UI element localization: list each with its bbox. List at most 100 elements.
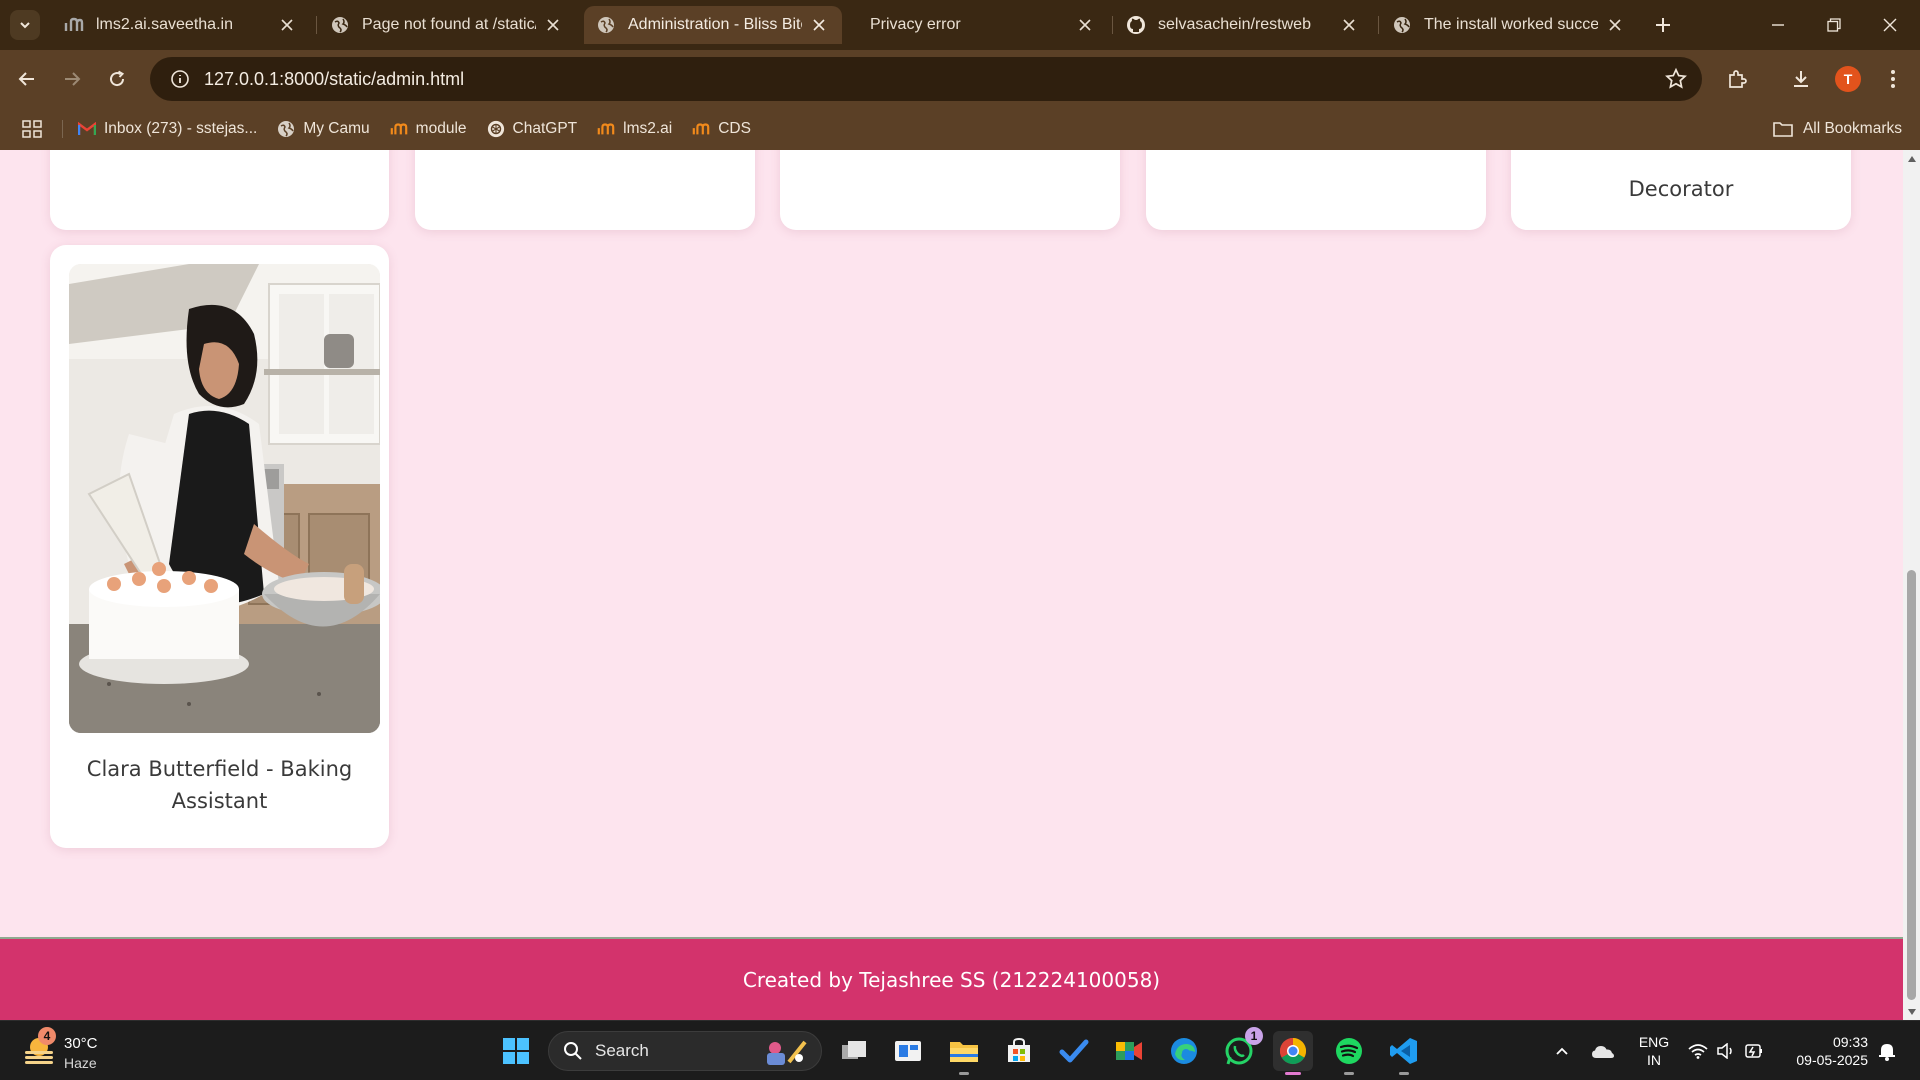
puzzle-icon bbox=[1729, 70, 1747, 88]
apps-grid-icon[interactable] bbox=[22, 120, 42, 143]
tab-separator bbox=[316, 16, 317, 34]
whatsapp-button[interactable]: 1 bbox=[1219, 1027, 1263, 1071]
bookmark-module[interactable]: module bbox=[390, 120, 467, 138]
bell-icon bbox=[1879, 1044, 1895, 1061]
staff-card: Clara Butterfield - Baking Assistant bbox=[50, 245, 389, 848]
staff-card bbox=[415, 150, 755, 230]
scroll-down-arrow[interactable] bbox=[1903, 1003, 1920, 1020]
all-bookmarks-label: All Bookmarks bbox=[1802, 120, 1902, 137]
globe-icon bbox=[277, 120, 295, 138]
close-window-button[interactable] bbox=[1862, 0, 1918, 50]
close-icon[interactable] bbox=[1338, 14, 1360, 36]
scroll-up-arrow[interactable] bbox=[1903, 150, 1920, 167]
bookmark-label: ChatGPT bbox=[512, 120, 578, 137]
github-icon bbox=[1126, 15, 1146, 35]
tab-github-restweb[interactable]: selvasachein/restweb bbox=[1114, 6, 1372, 44]
vscode-icon bbox=[1390, 1038, 1417, 1064]
running-indicator bbox=[1399, 1072, 1409, 1075]
bookmark-label: CDS bbox=[718, 120, 751, 137]
url-text[interactable]: 127.0.0.1:8000/static/admin.html bbox=[204, 69, 464, 90]
tab-strip: lms2.ai.saveetha.in Page not found at /s… bbox=[0, 0, 1920, 50]
menu-button[interactable] bbox=[1876, 62, 1910, 96]
volume-icon[interactable] bbox=[1713, 1021, 1739, 1080]
all-bookmarks-button[interactable]: All Bookmarks bbox=[1773, 108, 1902, 150]
site-info-icon[interactable] bbox=[158, 57, 202, 101]
page-viewport: Decorator Clara Butterfield - Baking Ass… bbox=[0, 150, 1903, 1020]
vscode-button[interactable] bbox=[1384, 1031, 1424, 1075]
minimize-button[interactable] bbox=[1750, 0, 1806, 50]
notifications-button[interactable] bbox=[1874, 1021, 1900, 1080]
taskbar-search[interactable]: Search bbox=[548, 1031, 822, 1071]
temperature: 30°C bbox=[64, 1035, 98, 1052]
widgets-button[interactable] bbox=[888, 1031, 928, 1071]
search-highlight-icon bbox=[767, 1040, 807, 1065]
address-bar[interactable]: 127.0.0.1:8000/static/admin.html bbox=[150, 57, 1702, 101]
gmail-icon bbox=[78, 120, 96, 138]
onedrive-icon[interactable] bbox=[1588, 1021, 1618, 1080]
tab-separator bbox=[1378, 16, 1379, 34]
microsoft-store-button[interactable] bbox=[999, 1031, 1039, 1071]
bookmark-cds[interactable]: CDS bbox=[692, 120, 751, 138]
bookmark-star-icon[interactable] bbox=[1664, 67, 1688, 91]
running-indicator bbox=[959, 1072, 969, 1075]
wifi-icon[interactable] bbox=[1685, 1021, 1711, 1080]
folder-icon bbox=[1773, 122, 1793, 137]
close-icon[interactable] bbox=[808, 14, 830, 36]
extensions-button[interactable] bbox=[1720, 62, 1754, 96]
close-icon[interactable] bbox=[542, 14, 564, 36]
tab-title: The install worked successfully bbox=[1424, 16, 1598, 33]
meet-button[interactable] bbox=[1109, 1031, 1149, 1071]
tab-administration[interactable]: Administration - Bliss Bites bbox=[584, 6, 842, 44]
profile-button[interactable]: T bbox=[1831, 62, 1865, 96]
back-button[interactable] bbox=[10, 62, 44, 96]
windows-taskbar: 4 30°C Haze Search 1 ENG IN 09:33 09-05-… bbox=[0, 1020, 1920, 1080]
tab-page-not-found[interactable]: Page not found at /static/index bbox=[318, 6, 576, 44]
spotify-icon bbox=[1336, 1038, 1362, 1064]
page-scrollbar[interactable] bbox=[1903, 150, 1920, 1020]
scrollbar-thumb[interactable] bbox=[1907, 570, 1916, 1000]
clock-time: 09:33 bbox=[1832, 1034, 1868, 1050]
language-code: ENG bbox=[1638, 1034, 1670, 1050]
start-button[interactable] bbox=[496, 1031, 536, 1071]
tab-search-button[interactable] bbox=[10, 10, 40, 40]
bookmark-chatgpt[interactable]: ChatGPT bbox=[487, 120, 578, 138]
tab-install-worked[interactable]: The install worked successfully bbox=[1380, 6, 1638, 44]
lms-icon bbox=[692, 120, 710, 138]
weather-widget[interactable]: 4 30°C Haze bbox=[22, 1027, 142, 1073]
new-tab-button[interactable] bbox=[1650, 12, 1676, 38]
battery-charging-icon[interactable] bbox=[1741, 1021, 1767, 1080]
close-icon[interactable] bbox=[1074, 14, 1096, 36]
globe-icon bbox=[330, 15, 350, 35]
show-hidden-icons-button[interactable] bbox=[1550, 1021, 1574, 1080]
plus-icon bbox=[1656, 18, 1670, 32]
restore-button[interactable] bbox=[1806, 0, 1862, 50]
forward-button[interactable] bbox=[55, 62, 89, 96]
todo-button[interactable] bbox=[1054, 1031, 1094, 1071]
lms-icon bbox=[64, 15, 84, 35]
input-language-indicator[interactable]: ENG IN bbox=[1634, 1033, 1674, 1069]
bookmark-lms2[interactable]: lms2.ai bbox=[597, 120, 672, 138]
lms-icon bbox=[390, 120, 408, 138]
staff-role: Assistant bbox=[171, 789, 268, 813]
tab-title: Administration - Bliss Bites bbox=[628, 16, 802, 33]
footer-text: Created by Tejashree SS (212224100058) bbox=[742, 967, 1161, 992]
downloads-button[interactable] bbox=[1784, 62, 1818, 96]
file-explorer-button[interactable] bbox=[944, 1031, 984, 1075]
bookmark-inbox[interactable]: Inbox (273) - sstejas... bbox=[78, 120, 257, 138]
edge-button[interactable] bbox=[1164, 1031, 1204, 1071]
tab-privacy-error[interactable]: Privacy error bbox=[850, 6, 1108, 44]
reload-button[interactable] bbox=[100, 62, 134, 96]
system-clock[interactable]: 09:33 09-05-2025 bbox=[1786, 1033, 1868, 1069]
notification-badge: 1 bbox=[1245, 1027, 1263, 1045]
chrome-button[interactable] bbox=[1273, 1031, 1313, 1075]
close-icon[interactable] bbox=[1604, 14, 1626, 36]
region-code: IN bbox=[1647, 1052, 1661, 1068]
tab-lms2[interactable]: lms2.ai.saveetha.in bbox=[52, 6, 310, 44]
spotify-button[interactable] bbox=[1329, 1031, 1369, 1075]
task-view-button[interactable] bbox=[834, 1031, 874, 1071]
staff-caption: Decorator bbox=[1628, 177, 1734, 201]
close-icon[interactable] bbox=[276, 14, 298, 36]
globe-icon bbox=[596, 15, 616, 35]
bookmark-my-camu[interactable]: My Camu bbox=[277, 120, 370, 138]
triangle-up-icon bbox=[1907, 155, 1916, 162]
